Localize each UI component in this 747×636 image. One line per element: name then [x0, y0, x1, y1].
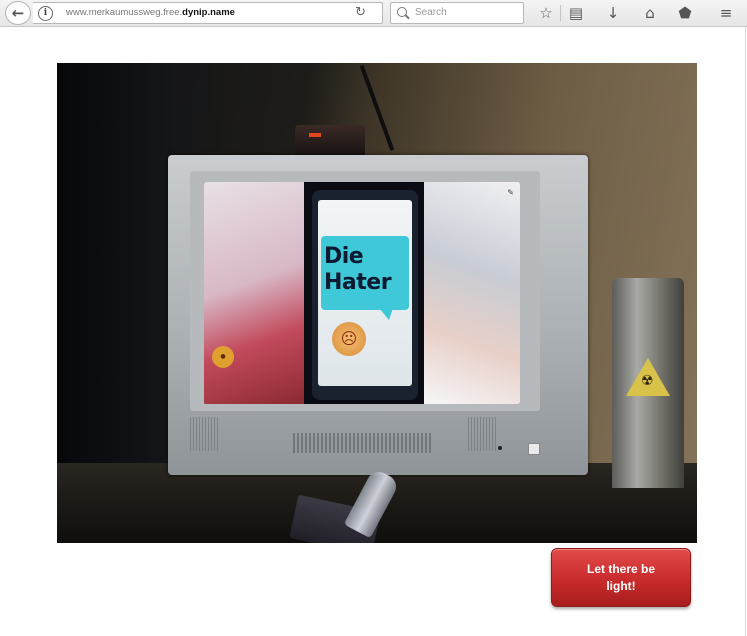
headline-line1: Die	[324, 244, 364, 269]
device-on-tv	[295, 125, 365, 159]
screen-left-panel: ●	[204, 182, 304, 404]
canister: ☢	[612, 278, 684, 488]
home-icon[interactable]: ⌂	[640, 3, 660, 23]
browser-toolbar: ← i www.merkaumussweg.free.dynip.name ↻ …	[0, 0, 747, 27]
back-arrow-icon[interactable]: ←	[5, 1, 31, 25]
reload-icon[interactable]: ↻	[355, 5, 366, 20]
tv-vent-left	[190, 417, 218, 451]
webcam-image: ☢ ● Die Hater ☹ ✎	[57, 63, 697, 543]
edit-icon: ✎	[507, 188, 514, 197]
badge-icon: ●	[212, 346, 234, 368]
pocket-icon[interactable]: ⬟	[675, 3, 695, 23]
let-there-be-light-button[interactable]: Let there be light!	[551, 548, 691, 607]
tv-power-button	[528, 443, 540, 455]
window-edge	[745, 27, 746, 636]
reading-list-icon[interactable]: ▤	[566, 3, 586, 23]
headline-line2: Hater	[324, 270, 392, 295]
tv-vent-right	[468, 417, 496, 451]
screen-headline: Die Hater	[324, 244, 392, 296]
tv-screen: ● Die Hater ☹ ✎	[204, 182, 520, 404]
menu-icon[interactable]: ≡	[716, 3, 736, 23]
phone-screen: Die Hater ☹	[318, 200, 412, 386]
tv-grille	[293, 433, 433, 453]
radiation-icon: ☢	[641, 373, 654, 389]
url-text[interactable]: www.merkaumussweg.free.dynip.name	[66, 7, 235, 18]
search-icon	[397, 7, 407, 17]
toolbar-separator	[560, 5, 561, 21]
url-domain: dynip.name	[182, 7, 235, 18]
search-placeholder: Search	[415, 7, 447, 18]
url-prefix: www.merkaumussweg.free.	[66, 7, 183, 18]
screen-right-panel: ✎	[424, 182, 520, 404]
address-bar[interactable]: i www.merkaumussweg.free.dynip.name ↻	[33, 2, 383, 24]
tv-led	[498, 446, 502, 450]
angry-face-icon: ☹	[332, 322, 366, 356]
info-icon[interactable]: i	[38, 6, 53, 21]
phone-graphic: Die Hater ☹	[312, 190, 418, 400]
bookmark-star-icon[interactable]: ☆	[536, 3, 556, 23]
download-icon[interactable]: ↓	[603, 3, 623, 23]
tv-set: ● Die Hater ☹ ✎	[168, 155, 588, 475]
search-bar[interactable]: Search	[390, 2, 524, 24]
